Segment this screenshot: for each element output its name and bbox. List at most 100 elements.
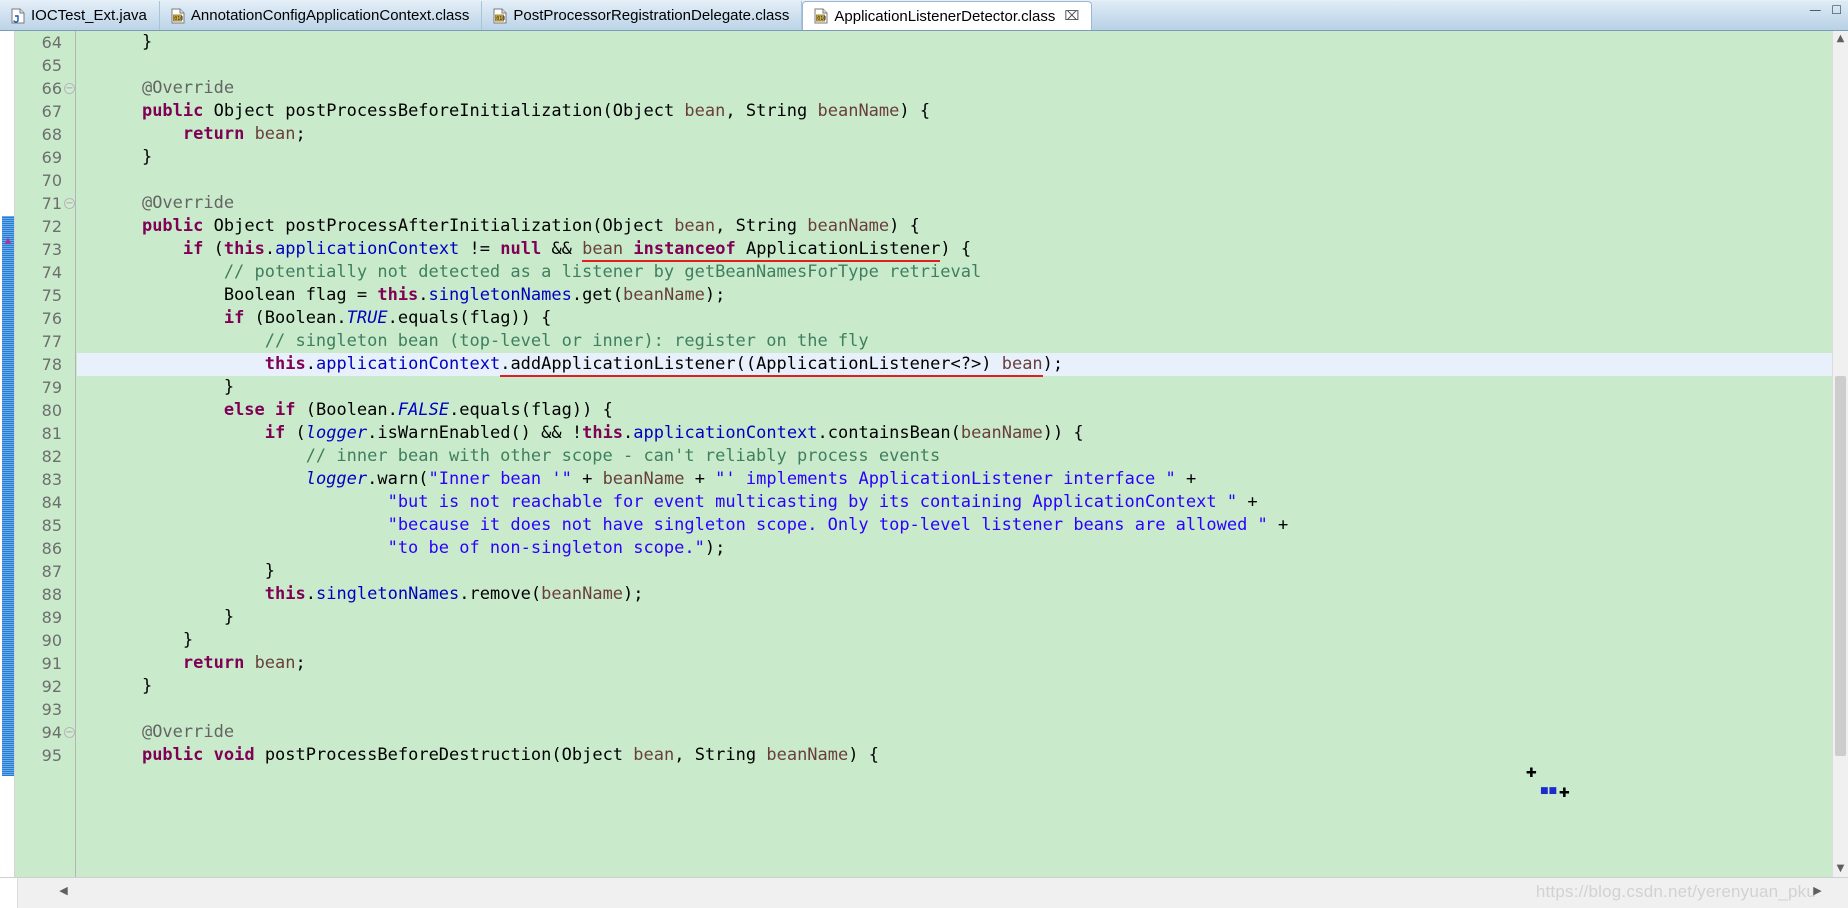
- tab-annotationconfigapplicationcontext-class[interactable]: 010 AnnotationConfigApplicationContext.c…: [159, 1, 483, 30]
- code-line[interactable]: "because it does not have singleton scop…: [77, 514, 1289, 537]
- horizontal-scrollbar[interactable]: ◀ https://blog.csdn.net/yerenyuan_pku ▶: [0, 877, 1848, 908]
- code-token: singletonNames: [428, 285, 572, 305]
- code-token: ApplicationListener: [735, 239, 941, 262]
- line-number-gutter: 64 65 66−67 68 69 70 71−72 73 74 75 76 77 78 79 80 81 82…: [16, 31, 76, 877]
- fold-toggle-icon[interactable]: −: [64, 83, 75, 94]
- code-line[interactable]: // potentially not detected as a listene…: [77, 261, 981, 284]
- code-token: if: [223, 308, 245, 328]
- code-line[interactable]: public Object postProcessAfterInitializa…: [77, 215, 920, 238]
- code-line[interactable]: [77, 169, 101, 192]
- code-token: , String: [674, 745, 767, 765]
- fold-toggle-icon[interactable]: −: [64, 198, 75, 209]
- change-bar-marker: [2, 216, 14, 776]
- code-token: Object postProcessAfterInitialization(Ob…: [203, 216, 675, 236]
- tab-label: AnnotationConfigApplicationContext.class: [190, 7, 470, 24]
- code-line[interactable]: if (logger.isWarnEnabled() && !this.appl…: [77, 422, 1084, 445]
- scroll-left-icon[interactable]: ◀: [55, 882, 72, 899]
- overview-mark-blue[interactable]: ■■: [1540, 787, 1557, 796]
- line-number: 74: [41, 263, 62, 282]
- scroll-right-icon[interactable]: ▶: [1809, 882, 1826, 899]
- code-token: // inner bean with other scope - can't r…: [101, 446, 941, 466]
- code-line[interactable]: }: [77, 675, 152, 698]
- code-line[interactable]: logger.warn("Inner bean '" + beanName + …: [77, 468, 1197, 491]
- code-surface[interactable]: } @Override public Object postProcessBef…: [77, 31, 1832, 877]
- scroll-down-icon[interactable]: ▼: [1833, 861, 1848, 877]
- close-icon[interactable]: ⌧: [1064, 10, 1079, 23]
- tab-ioctest-ext-java[interactable]: IOCTest_Ext.java: [0, 1, 160, 30]
- code-line[interactable]: // inner bean with other scope - can't r…: [77, 445, 941, 468]
- code-token: "but is not reachable for event multicas…: [387, 492, 1238, 512]
- code-line[interactable]: [77, 54, 101, 77]
- code-line[interactable]: "to be of non-singleton scope.");: [77, 537, 726, 560]
- code-line[interactable]: }: [77, 31, 152, 54]
- code-line[interactable]: }: [77, 146, 152, 169]
- change-ruler: ▲: [0, 31, 15, 877]
- line-number: 79: [41, 378, 62, 397]
- code-token: ;: [295, 124, 306, 144]
- code-token: void: [213, 745, 255, 765]
- code-line[interactable]: }: [77, 376, 234, 399]
- code-line[interactable]: "but is not reachable for event multicas…: [77, 491, 1258, 514]
- code-token: .addApplicationListener((ApplicationList…: [500, 354, 1002, 377]
- maximize-icon[interactable]: ☐: [1831, 4, 1842, 16]
- code-token: );: [704, 285, 726, 305]
- code-token: "Inner bean '": [428, 469, 572, 489]
- code-token: bean: [633, 745, 675, 765]
- code-line[interactable]: if (this.applicationContext != null && b…: [77, 238, 971, 262]
- code-line[interactable]: else if (Boolean.FALSE.equals(flag)) {: [77, 399, 613, 422]
- code-line[interactable]: public void postProcessBeforeDestruction…: [77, 744, 879, 767]
- code-token: .equals(flag)) {: [449, 400, 613, 420]
- code-line[interactable]: @Override: [77, 721, 234, 744]
- scroll-up-icon[interactable]: ▲: [1833, 31, 1848, 47]
- code-token: !=: [459, 239, 501, 259]
- code-line[interactable]: public Object postProcessBeforeInitializ…: [77, 100, 930, 123]
- tab-applicationlistenerdetector-class[interactable]: 010 ApplicationListenerDetector.class ⌧: [802, 1, 1093, 30]
- code-line[interactable]: @Override: [77, 77, 234, 100]
- overview-mark-cross-2[interactable]: ✚: [1559, 787, 1570, 800]
- code-token: ) {: [848, 745, 879, 765]
- vertical-scrollbar-thumb[interactable]: [1835, 376, 1846, 756]
- overview-mark-cross-1[interactable]: ✚: [1526, 767, 1537, 780]
- code-token: beanName: [817, 101, 900, 121]
- line-number: 88: [41, 585, 62, 604]
- minimize-icon[interactable]: —: [1809, 4, 1821, 16]
- fold-toggle-icon[interactable]: −: [64, 727, 75, 738]
- code-line[interactable]: }: [77, 606, 234, 629]
- code-line[interactable]: // singleton bean (top-level or inner): …: [77, 330, 869, 353]
- class-file-icon: 010: [170, 8, 185, 24]
- code-line[interactable]: [77, 698, 101, 721]
- code-token: return: [182, 653, 245, 673]
- code-token: beanName: [766, 745, 849, 765]
- vertical-scrollbar[interactable]: ▲ ▼: [1832, 31, 1848, 877]
- code-line[interactable]: }: [77, 560, 275, 583]
- code-line[interactable]: this.applicationContext.addApplicationLi…: [77, 353, 1063, 377]
- code-line[interactable]: @Override: [77, 192, 234, 215]
- code-token: (Boolean.: [295, 400, 398, 420]
- code-token: // singleton bean (top-level or inner): …: [101, 331, 869, 351]
- code-line[interactable]: Boolean flag = this.singletonNames.get(b…: [77, 284, 726, 307]
- code-token: @Override: [141, 722, 235, 742]
- code-token: applicationContext: [275, 239, 460, 259]
- code-line[interactable]: return bean;: [77, 123, 306, 146]
- code-editor[interactable]: ▲ 64 65 66−67 68 69 70 71−72 73 74 75 76 77 78 79 80 81…: [0, 31, 1848, 877]
- code-line[interactable]: this.singletonNames.remove(beanName);: [77, 583, 644, 606]
- tab-postprocessorregistrationdelegate-class[interactable]: 010 PostProcessorRegistrationDelegate.cl…: [482, 1, 803, 30]
- code-line[interactable]: if (Boolean.TRUE.equals(flag)) {: [77, 307, 552, 330]
- collapse-arrow-icon[interactable]: ▲: [3, 237, 13, 247]
- code-token: applicationContext: [633, 423, 818, 443]
- code-token: .remove(: [459, 584, 542, 604]
- editor-tab-bar: IOCTest_Ext.java 010 AnnotationConfigApp…: [0, 0, 1848, 31]
- code-line[interactable]: return bean;: [77, 652, 306, 675]
- tab-bar-filler: [1092, 1, 1848, 30]
- code-line[interactable]: }: [77, 629, 193, 652]
- code-token: Object postProcessBeforeInitialization(O…: [203, 101, 685, 121]
